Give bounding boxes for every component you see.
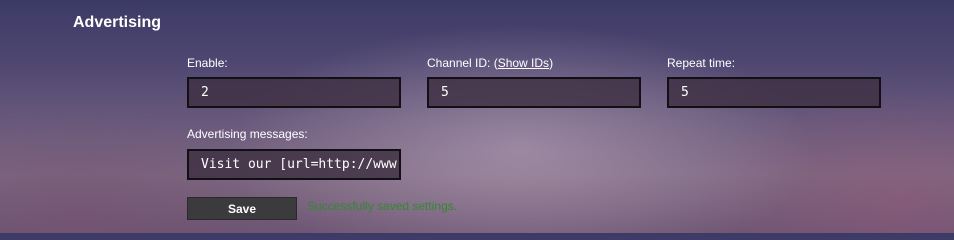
channel-id-label: Channel ID: (Show IDs) <box>427 56 553 70</box>
status-message: Successfully saved settings. <box>307 199 458 213</box>
repeat-time-label: Repeat time: <box>667 56 736 70</box>
repeat-time-field-group: Repeat time: <box>667 56 735 70</box>
channel-id-input[interactable] <box>427 77 641 108</box>
repeat-time-input[interactable] <box>667 77 881 108</box>
show-ids-link[interactable]: Show IDs <box>498 56 549 70</box>
advertising-messages-field-group: Advertising messages: <box>187 127 308 141</box>
enable-field-group: Enable: <box>187 56 228 70</box>
channel-id-label-prefix: Channel ID: ( <box>427 56 498 70</box>
advertising-messages-input[interactable] <box>187 149 401 180</box>
save-button[interactable]: Save <box>187 197 297 220</box>
advertising-messages-label: Advertising messages: <box>187 127 308 141</box>
section-title: Advertising <box>73 14 162 31</box>
enable-label: Enable: <box>187 56 228 70</box>
channel-id-field-group: Channel ID: (Show IDs) <box>427 56 553 70</box>
channel-id-label-suffix: ) <box>549 56 554 70</box>
enable-input[interactable] <box>187 77 401 108</box>
